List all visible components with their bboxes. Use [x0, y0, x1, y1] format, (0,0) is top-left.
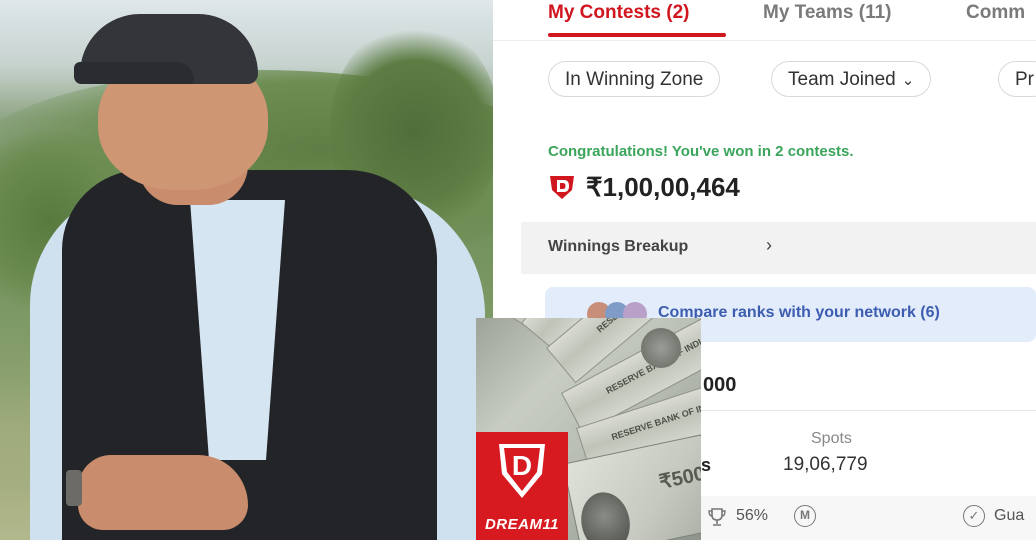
tab-my-contests[interactable]: My Contests (2) [548, 2, 689, 24]
dream11-shield-icon [550, 176, 574, 199]
filter-in-winning-zone[interactable]: In Winning Zone [548, 61, 721, 97]
congrats-message: Congratulations! You've won in 2 contest… [548, 143, 854, 160]
filter-label: In Winning Zone [565, 69, 704, 90]
filter-team-joined[interactable]: Team Joined ⌄ [771, 61, 932, 97]
active-tab-indicator [548, 33, 726, 37]
spots-value: 19,06,779 [783, 454, 868, 475]
cap-brim [74, 62, 194, 84]
dream11-logo-icon: D [499, 444, 545, 498]
prize-pool-value: 000 [703, 374, 737, 396]
chevron-down-icon: ⌄ [901, 72, 915, 89]
logo-letter: D [512, 450, 532, 481]
note-denomination: ₹500 [657, 462, 701, 494]
logo-text: DREAM11 [484, 516, 560, 533]
wrist-watch [66, 470, 82, 506]
filter-prize[interactable]: Pr [998, 61, 1036, 97]
win-percent: 56% [736, 507, 769, 524]
trophy-icon [708, 508, 726, 526]
portrait-on-note [575, 487, 636, 540]
winnings-amount: ₹1,00,00,464 [586, 172, 740, 202]
dream11-logo: D DREAM11 [476, 432, 568, 540]
filter-label: Pr [1015, 69, 1034, 90]
guaranteed-label: Gua [994, 507, 1025, 524]
coin [641, 328, 681, 368]
person-photo [0, 0, 493, 540]
multi-entry-icon: M [794, 505, 816, 527]
filter-label: Team Joined [788, 69, 896, 90]
hands [78, 455, 248, 530]
tab-bar: My Contests (2) My Teams (11) Comm [493, 0, 1036, 41]
winnings-breakup-button[interactable]: Winnings Breakup › [521, 222, 1036, 274]
entry-fragment: s [701, 455, 712, 475]
chevron-right-icon: › [766, 235, 772, 255]
tab-my-teams[interactable]: My Teams (11) [763, 2, 891, 24]
tab-community[interactable]: Comm [966, 2, 1025, 24]
check-circle-icon: ✓ [963, 505, 985, 527]
spots-label: Spots [811, 430, 852, 447]
winnings-breakup-label: Winnings Breakup [548, 238, 689, 255]
